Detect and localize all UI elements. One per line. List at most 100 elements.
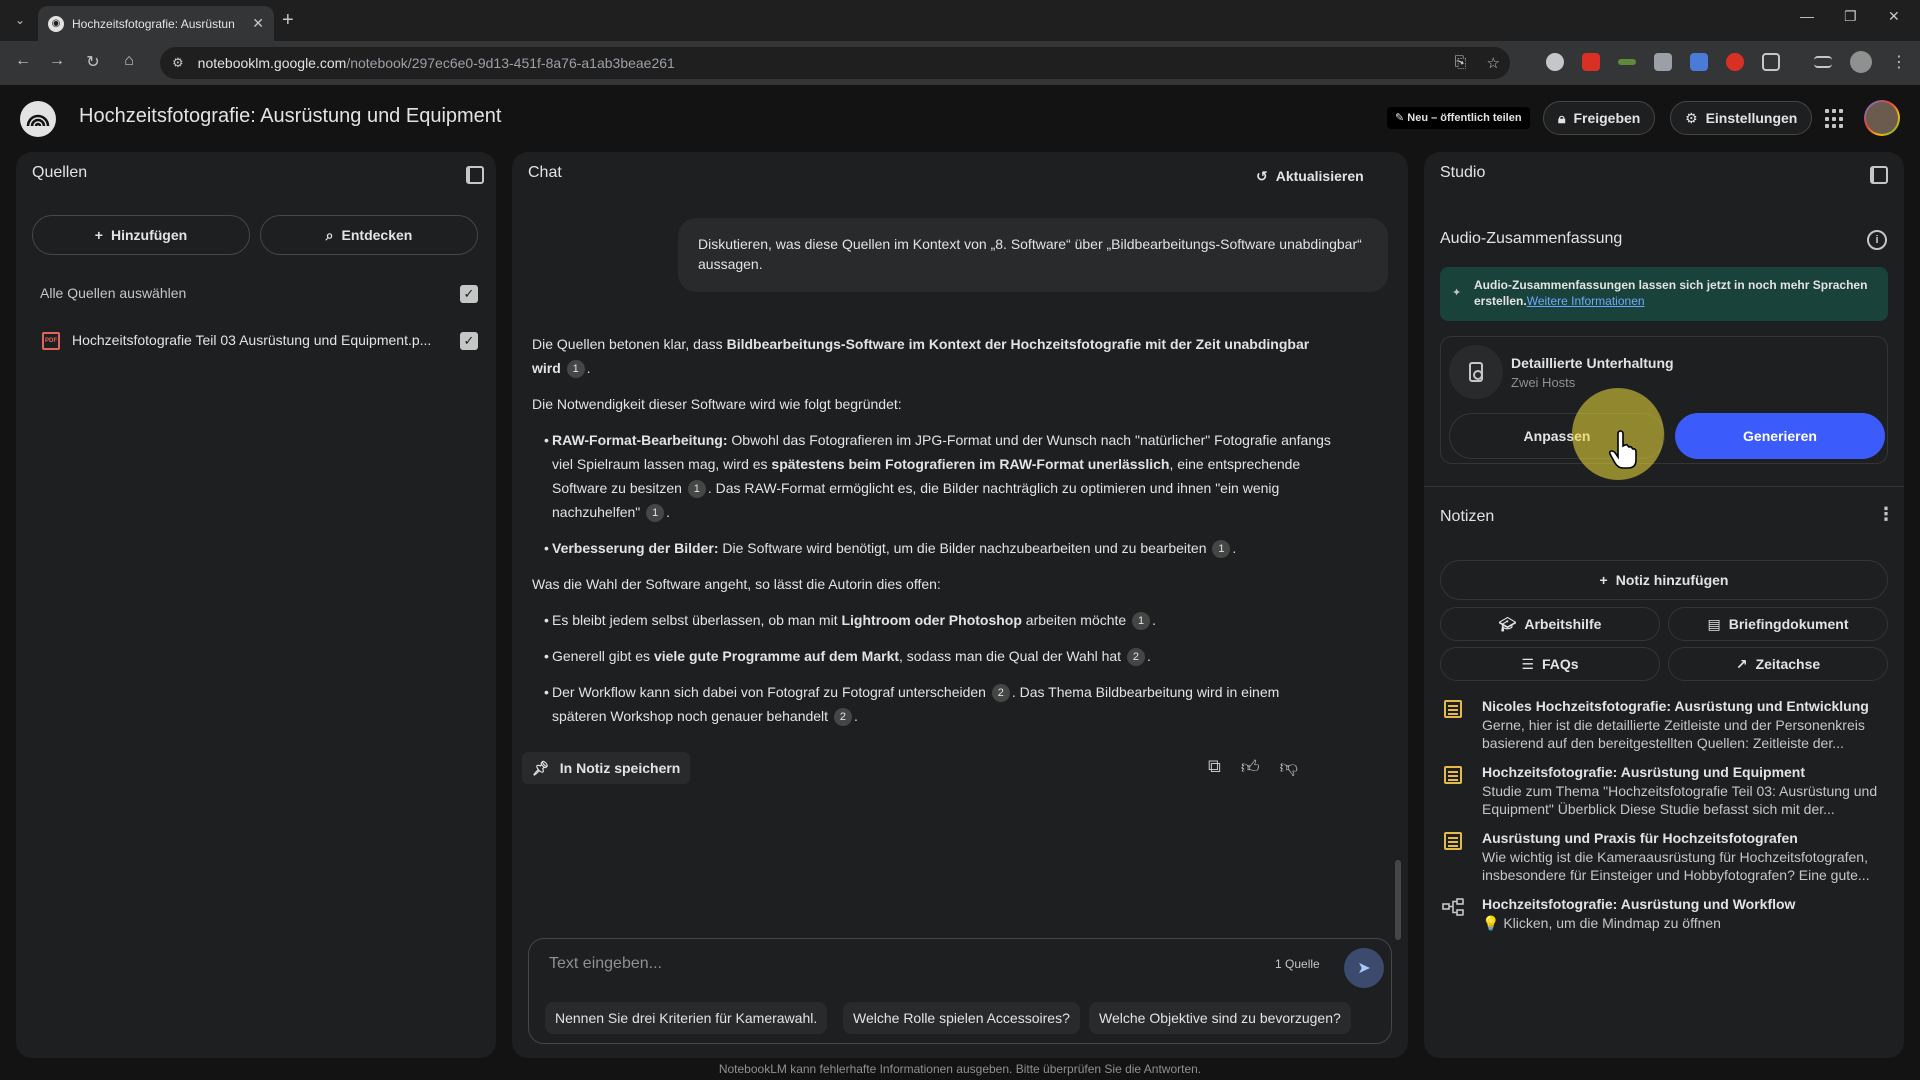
note-preview: Wie wichtig ist die Kameraausrüstung für…	[1482, 849, 1870, 883]
source-checkbox[interactable]: ✓	[460, 332, 478, 350]
tab-search-chevron-icon[interactable]: ⌄	[10, 10, 30, 30]
notebook-title[interactable]: Hochzeitsfotografie: Ausrüstung und Equi…	[79, 105, 501, 128]
notes-more-icon[interactable]: ⋮	[1877, 505, 1895, 523]
document-icon: ▤	[1707, 615, 1721, 632]
suggestion-chip[interactable]: Nennen Sie drei Kriterien für Kamerawahl…	[545, 1002, 828, 1034]
chat-input[interactable]	[549, 951, 1249, 977]
gear-icon: ⚙	[1685, 109, 1698, 126]
settings-label: Einstellungen	[1705, 110, 1798, 126]
briefing-doc-button[interactable]: ▤ Briefingdokument	[1668, 607, 1888, 641]
browser-tab-active[interactable]: ◉ Hochzeitsfotografie: Ausrüstun ✕	[38, 6, 274, 41]
timeline-button[interactable]: ↗ Zeitachse	[1668, 647, 1888, 681]
hand-cursor-icon	[1608, 430, 1637, 469]
save-to-note-button[interactable]: 📌︎ In Notiz speichern	[522, 752, 691, 784]
extension-icon[interactable]	[1582, 53, 1600, 71]
notebooklm-logo-icon[interactable]	[20, 101, 56, 137]
discover-label: Entdecken	[341, 227, 413, 243]
reading-list-icon[interactable]	[1814, 56, 1832, 68]
list-item: Der Workflow kann sich dabei von Fotogra…	[532, 680, 1332, 728]
add-note-button[interactable]: + Notiz hinzufügen	[1440, 560, 1888, 600]
refresh-button[interactable]: ↺ Aktualisieren	[1240, 156, 1380, 196]
address-bar[interactable]: ⚙ notebooklm.google.com/notebook/297ec6e…	[160, 47, 1510, 79]
select-all-checkbox[interactable]: ✓	[460, 285, 478, 303]
answer-paragraph: Die Notwendigkeit dieser Software wird w…	[532, 396, 902, 412]
new-public-share-badge[interactable]: ✎ Neu – öffentlich teilen	[1387, 107, 1530, 129]
thumbs-down-icon[interactable]: 👎︎	[1280, 756, 1298, 778]
google-apps-icon[interactable]	[1825, 109, 1845, 129]
chat-scrollbar[interactable]	[1395, 860, 1401, 940]
note-document-icon	[1444, 766, 1462, 784]
back-icon[interactable]: ←	[12, 52, 34, 70]
citation-badge[interactable]: 1	[566, 360, 585, 379]
citation-badge[interactable]: 1	[1132, 612, 1151, 631]
plus-icon: +	[1599, 572, 1608, 588]
forward-icon[interactable]: →	[46, 52, 68, 70]
citation-badge[interactable]: 2	[833, 708, 852, 727]
answer-bold: RAW-Format-Bearbeitung:	[552, 432, 728, 448]
reload-icon[interactable]: ↻	[82, 52, 104, 72]
discover-sources-button[interactable]: ⌕ Entdecken	[260, 215, 478, 255]
bookmark-star-icon[interactable]: ☆	[1487, 54, 1500, 72]
send-button[interactable]: ➤	[1344, 948, 1384, 988]
learn-more-link[interactable]: Weitere Informationen	[1527, 294, 1645, 308]
extensions-puzzle-icon[interactable]	[1762, 53, 1780, 71]
answer-bold: Verbesserung der Bilder:	[552, 540, 719, 556]
answer-text: Der Workflow kann sich dabei von Fotogra…	[552, 684, 986, 700]
restore-icon[interactable]: ❐	[1844, 8, 1857, 25]
faq-button[interactable]: ☰ FAQs	[1440, 647, 1660, 681]
add-note-label: Notiz hinzufügen	[1615, 572, 1729, 588]
install-app-icon[interactable]: ⎘	[1455, 54, 1467, 72]
suggestion-chip[interactable]: Welche Rolle spielen Accessoires?	[843, 1002, 1080, 1034]
app-header: Hochzeitsfotografie: Ausrüstung und Equi…	[0, 85, 1920, 151]
notes-title: Notizen	[1440, 508, 1495, 525]
share-button[interactable]: 🔒︎ Freigeben	[1543, 101, 1656, 135]
profile-avatar[interactable]	[1850, 51, 1872, 73]
citation-badge[interactable]: 2	[991, 684, 1010, 703]
new-tab-icon[interactable]: +	[282, 9, 294, 32]
source-item-label[interactable]: Hochzeitsfotografie Teil 03 Ausrüstung u…	[72, 332, 460, 348]
answer-text: Die Quellen betonen klar, dass	[532, 336, 727, 352]
copy-icon[interactable]: ⧉	[1208, 756, 1221, 778]
answer-text: arbeiten möchte	[1021, 612, 1127, 628]
extension-icon[interactable]	[1690, 53, 1708, 71]
collapse-panel-icon[interactable]	[466, 166, 484, 184]
tab-close-icon[interactable]: ✕	[252, 15, 264, 32]
thumbs-up-icon[interactable]: 👍︎	[1241, 756, 1260, 778]
suggestion-chip[interactable]: Welche Objektive sind zu bevorzugen?	[1089, 1002, 1351, 1034]
citation-badge[interactable]: 1	[1212, 540, 1231, 559]
note-preview: 💡 Klicken, um die Mindmap zu öffnen	[1482, 915, 1721, 931]
citation-badge[interactable]: 1	[646, 504, 665, 523]
generate-button[interactable]: Generieren	[1675, 413, 1885, 459]
add-source-button[interactable]: + Hinzufügen	[32, 215, 250, 255]
note-document-icon	[1444, 832, 1462, 850]
info-icon[interactable]: i	[1867, 230, 1887, 250]
answer-paragraph: Was die Wahl der Software angeht, so läs…	[532, 576, 941, 592]
study-guide-button[interactable]: 🎓︎ Arbeitshilfe	[1440, 607, 1660, 641]
list-item: RAW-Format-Bearbeitung: Obwohl das Fotog…	[532, 428, 1332, 524]
refresh-icon: ↺	[1256, 167, 1268, 184]
discover-icon: ⌕	[325, 226, 334, 243]
settings-button[interactable]: ⚙ Einstellungen	[1670, 101, 1813, 135]
extension-icon[interactable]	[1546, 53, 1564, 71]
answer-bold: spätestens beim Fotografieren im RAW-For…	[771, 456, 1170, 472]
extension-icon[interactable]	[1726, 53, 1744, 71]
home-icon[interactable]: ⌂	[118, 52, 140, 70]
answer-text: Die Software wird benötigt, um die Bilde…	[718, 540, 1207, 556]
minimize-icon[interactable]: —	[1800, 8, 1814, 24]
window-close-icon[interactable]: ✕	[1888, 8, 1900, 25]
url-path: /notebook/297ec6e0-9d13-451f-8a76-a1ab3b…	[346, 55, 675, 71]
disclaimer-footer: NotebookLM kann fehlerhafte Informatione…	[718, 1062, 1202, 1076]
account-avatar[interactable]	[1864, 100, 1900, 136]
extension-icon[interactable]	[1618, 59, 1636, 65]
chat-panel: Chat ↺ Aktualisieren Diskutieren, was di…	[512, 152, 1408, 1058]
briefing-doc-label: Briefingdokument	[1728, 616, 1849, 632]
refresh-label: Aktualisieren	[1275, 168, 1364, 184]
collapse-panel-icon[interactable]	[1870, 166, 1888, 184]
select-all-sources-label: Alle Quellen auswählen	[40, 285, 187, 301]
notebooklm-favicon-icon: ◉	[48, 15, 64, 32]
extension-icon[interactable]	[1654, 53, 1672, 71]
site-info-icon[interactable]: ⚙	[172, 55, 184, 71]
citation-badge[interactable]: 1	[687, 480, 706, 499]
browser-menu-icon[interactable]: ⋮	[1888, 52, 1910, 72]
citation-badge[interactable]: 2	[1126, 648, 1145, 667]
